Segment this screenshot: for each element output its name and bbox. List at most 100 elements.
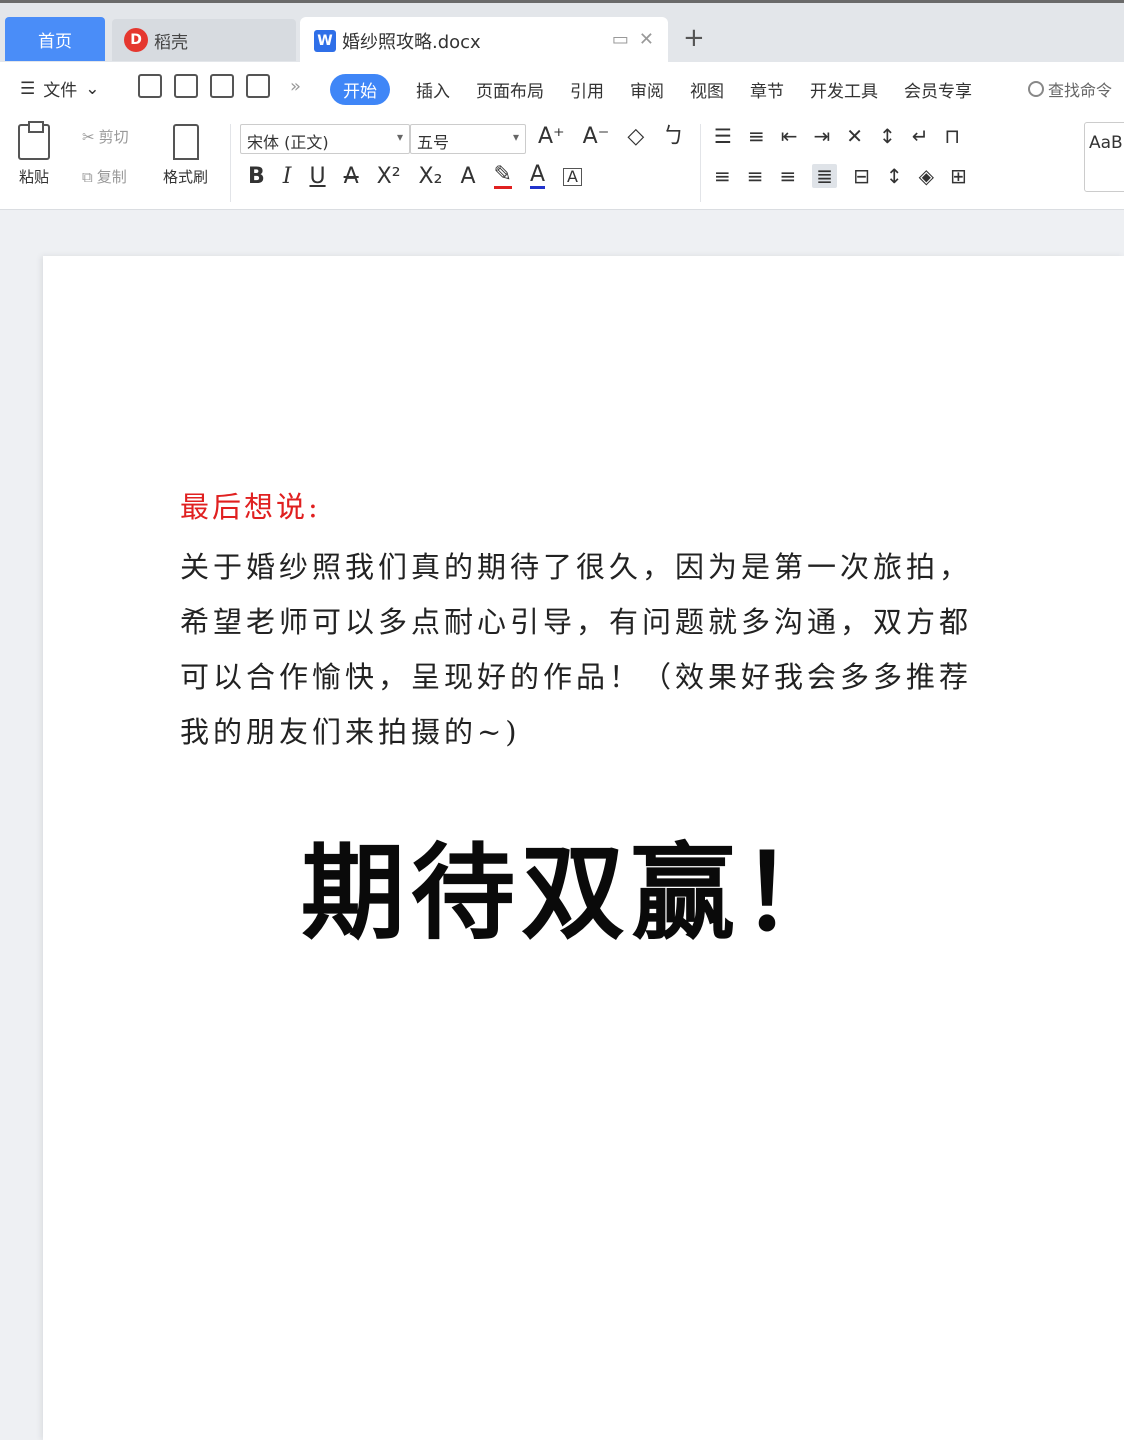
line-spacing-icon[interactable]: ↕ [886, 166, 903, 186]
close-icon[interactable]: ✕ [639, 29, 654, 50]
italic-icon[interactable]: I [283, 165, 292, 188]
hamburger-icon: ☰ [20, 78, 36, 99]
ribbon-tabs: 开始 插入 页面布局 引用 审阅 视图 章节 开发工具 会员专享 [330, 74, 972, 105]
more-icon[interactable]: » [290, 76, 301, 97]
tab-daoke-label: 稻壳 [154, 32, 188, 53]
file-menu[interactable]: ☰ 文件 ⌄ [20, 76, 100, 102]
increase-indent-icon[interactable]: ⇥ [813, 126, 830, 146]
paste-button[interactable]: 粘贴 [18, 121, 50, 187]
align-left-icon[interactable]: ≡ [714, 166, 731, 186]
tab-member[interactable]: 会员专享 [904, 77, 972, 102]
style-gallery[interactable]: AaBl [1084, 122, 1124, 192]
align-center-icon[interactable]: ≡ [747, 166, 764, 186]
subscript-icon[interactable]: X₂ [419, 165, 443, 188]
phonetic-guide-icon[interactable]: ㄅ [662, 126, 684, 148]
save-icon[interactable] [138, 74, 162, 98]
chevron-down-icon: ⌄ [85, 78, 100, 99]
shading-icon[interactable]: ◈ [919, 166, 934, 186]
grow-font-icon[interactable]: A⁺ [538, 126, 565, 148]
paragraph-row-bottom: ≡ ≡ ≡ ≣ ⊟ ↕ ◈ ⊞ [714, 164, 967, 188]
copy-icon: ⧉ [82, 167, 93, 186]
ribbon-toolbar: 粘贴 ✂ 剪切 ⧉ 复制 格式刷 宋体 (正文) ▾ 五号 ▾ A⁺ A⁻ ◇ … [0, 114, 1124, 210]
search-command[interactable]: 查找命令 [1028, 77, 1112, 101]
tab-daoke[interactable]: D 稻壳 [112, 19, 296, 61]
justify-icon[interactable]: ≣ [812, 164, 838, 188]
print-icon[interactable] [210, 74, 234, 98]
file-menu-label: 文件 [43, 81, 78, 101]
tab-document-label: 婚纱照攻略.docx [342, 32, 481, 53]
decrease-indent-icon[interactable]: ⇤ [781, 126, 798, 146]
tab-review[interactable]: 审阅 [630, 77, 664, 102]
show-marks-icon[interactable]: ↵ [912, 126, 929, 146]
document-heading: 最后想说: [180, 490, 321, 524]
search-command-label: 查找命令 [1048, 81, 1113, 100]
numbered-list-icon[interactable]: ≡ [748, 126, 765, 146]
new-tab-button[interactable]: + [683, 25, 705, 51]
format-painter-icon [172, 124, 199, 160]
tab-references[interactable]: 引用 [570, 77, 604, 102]
paragraph-row-top: ☰ ≡ ⇤ ⇥ ✕ ↕ ↵ ⊓ [714, 126, 960, 146]
font-size-value: 五号 [417, 133, 450, 152]
body-line: 关于婚纱照我们真的期待了很久，因为是第一次旅拍， [180, 550, 973, 584]
font-adjust-row: A⁺ A⁻ ◇ ㄅ [538, 126, 684, 148]
document-page[interactable]: 最后想说: 关于婚纱照我们真的期待了很久，因为是第一次旅拍， 希望老师可以多点耐… [43, 256, 1124, 1440]
style-preview: AaBl [1089, 133, 1124, 153]
font-format-row: B I U A X² X₂ A ✎ A A [248, 164, 582, 189]
shrink-font-icon[interactable]: A⁻ [583, 126, 610, 148]
borders-icon[interactable]: ⊞ [950, 166, 967, 186]
underline-icon[interactable]: U [309, 165, 325, 188]
export-pdf-icon[interactable] [174, 74, 198, 98]
clipboard-icon [18, 121, 50, 160]
body-line: 希望老师可以多点耐心引导，有问题就多沟通，双方都 [180, 605, 973, 639]
font-size-select[interactable]: 五号 ▾ [410, 124, 526, 154]
bold-icon[interactable]: B [248, 165, 265, 188]
tab-page-layout[interactable]: 页面布局 [476, 77, 544, 102]
print-preview-icon[interactable] [246, 74, 270, 98]
format-painter-button[interactable]: 格式刷 [163, 124, 208, 187]
superscript-icon[interactable]: X² [377, 165, 401, 188]
tab-start[interactable]: 开始 [330, 74, 390, 105]
scissors-icon: ✂ [82, 127, 95, 146]
paste-label: 粘贴 [18, 168, 49, 186]
tab-view[interactable]: 视图 [690, 77, 724, 102]
quick-access-toolbar [138, 74, 270, 98]
menu-bar: ☰ 文件 ⌄ » 开始 插入 页面布局 引用 审阅 视图 章节 开发工具 会员专… [0, 62, 1124, 114]
copy-label: 复制 [96, 168, 127, 186]
format-painter-label: 格式刷 [163, 168, 209, 186]
tab-home[interactable]: 首页 [5, 17, 105, 61]
toolbar-divider [230, 124, 231, 202]
chinese-layout-icon[interactable]: ✕ [846, 126, 863, 146]
clear-format-icon[interactable]: ◇ [627, 126, 644, 148]
caret-down-icon: ▾ [512, 130, 519, 144]
tab-insert[interactable]: 插入 [416, 77, 450, 102]
body-line: 可以合作愉快，呈现好的作品！（效果好我会多多推荐 [180, 660, 973, 694]
body-line: 我的朋友们来拍摄的~) [180, 715, 521, 749]
cut-button[interactable]: ✂ 剪切 [82, 126, 129, 147]
distributed-icon[interactable]: ⊟ [853, 166, 870, 186]
tab-document[interactable]: W 婚纱照攻略.docx ▭ ✕ [300, 17, 668, 65]
tab-developer[interactable]: 开发工具 [810, 77, 878, 102]
caret-down-icon: ▾ [396, 130, 403, 144]
cut-label: 剪切 [98, 128, 129, 146]
font-name-select[interactable]: 宋体 (正文) ▾ [240, 124, 410, 154]
document-body: 关于婚纱照我们真的期待了很久，因为是第一次旅拍， 希望老师可以多点耐心引导，有问… [180, 540, 1000, 760]
highlight-icon[interactable]: ✎ [493, 164, 512, 189]
copy-button[interactable]: ⧉ 复制 [82, 166, 127, 187]
sort-icon[interactable]: ↕ [879, 126, 896, 146]
char-border-icon[interactable]: A [563, 167, 582, 186]
strikethrough-icon[interactable]: A [344, 165, 359, 188]
font-color-icon[interactable]: A [529, 164, 545, 189]
bullet-list-icon[interactable]: ☰ [714, 126, 732, 146]
tab-bar: 首页 D 稻壳 W 婚纱照攻略.docx ▭ ✕ + [0, 0, 1124, 65]
align-right-icon[interactable]: ≡ [780, 166, 797, 186]
tab-chapter[interactable]: 章节 [750, 77, 784, 102]
toolbar-divider [700, 124, 701, 202]
text-effect-icon[interactable]: A [460, 165, 475, 188]
search-icon [1028, 81, 1044, 97]
writer-logo-icon: W [314, 30, 336, 52]
pin-window-icon[interactable]: ▭ [612, 29, 629, 50]
tab-home-label: 首页 [38, 31, 72, 52]
font-name-value: 宋体 (正文) [247, 133, 329, 152]
ruler-icon[interactable]: ⊓ [945, 126, 961, 146]
daoke-logo-icon: D [124, 28, 148, 52]
